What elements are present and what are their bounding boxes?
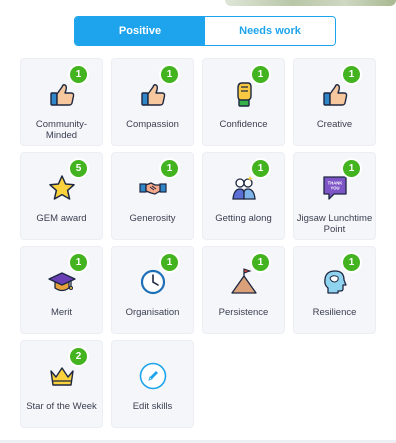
skill-card-community-minded[interactable]: 1 Community- Minded (20, 58, 103, 146)
skill-label: Confidence (219, 119, 268, 130)
thumbs-up-icon (47, 79, 77, 109)
crown-icon (47, 361, 77, 391)
skill-label: Star of the Week (26, 401, 97, 412)
skill-card-persistence[interactable]: 1 Persistence (202, 246, 285, 334)
mountain-flag-icon (229, 267, 259, 297)
skill-label: Creative (316, 119, 353, 130)
skill-card-organisation[interactable]: 1 Organisation (111, 246, 194, 334)
skill-card-compassion[interactable]: 1 Compassion (111, 58, 194, 146)
handshake-icon (138, 173, 168, 203)
skill-count-badge: 1 (68, 252, 89, 273)
skill-count-badge: 2 (68, 346, 89, 367)
skill-card-merit[interactable]: 1 Merit (20, 246, 103, 334)
star-icon (47, 173, 77, 203)
skill-label: Generosity (129, 213, 176, 224)
tab-needs-work[interactable]: Needs work (205, 17, 335, 45)
background-image-strip (225, 0, 396, 6)
skill-card-confidence[interactable]: 1 Confidence (202, 58, 285, 146)
skill-count-badge: 1 (341, 158, 362, 179)
skill-count-badge: 1 (68, 64, 89, 85)
tab-positive[interactable]: Positive (75, 17, 205, 45)
thank-you-card-icon: THANK YOU (320, 173, 350, 203)
skill-card-gem-award[interactable]: 5 GEM award (20, 152, 103, 240)
skill-count-badge: 1 (341, 252, 362, 273)
skill-count-badge: 1 (250, 64, 271, 85)
skill-card-resilience[interactable]: 1 Resilience (293, 246, 376, 334)
thumbs-up-icon (138, 79, 168, 109)
friends-icon (229, 173, 259, 203)
raised-fist-icon (229, 79, 259, 109)
graduation-cap-icon (47, 267, 77, 297)
pencil-icon (138, 361, 168, 391)
feedback-type-toggle: Positive Needs work (74, 16, 336, 46)
thumbs-up-icon (320, 79, 350, 109)
skill-label: GEM award (36, 213, 87, 224)
skill-label: Community- Minded (35, 119, 88, 141)
skill-label: Jigsaw Lunchtime Point (296, 213, 373, 235)
skill-card-jigsaw-lunchtime-point[interactable]: THANK YOU 1 Jigsaw Lunchtime Point (293, 152, 376, 240)
skill-card-getting-along[interactable]: 1 Getting along (202, 152, 285, 240)
skill-label: Merit (50, 307, 73, 318)
edit-skills-label: Edit skills (132, 401, 173, 412)
skill-count-badge: 1 (250, 158, 271, 179)
skill-card-generosity[interactable]: 1 Generosity (111, 152, 194, 240)
skill-count-badge: 1 (159, 158, 180, 179)
skill-count-badge: 1 (159, 64, 180, 85)
skill-card-star-of-the-week[interactable]: 2 Star of the Week (20, 340, 103, 428)
skill-label: Organisation (125, 307, 180, 318)
skill-card-creative[interactable]: 1 Creative (293, 58, 376, 146)
skill-label: Resilience (312, 307, 357, 318)
skill-count-badge: 1 (159, 252, 180, 273)
skill-label: Getting along (215, 213, 272, 224)
edit-skills-button[interactable]: Edit skills (111, 340, 194, 428)
skill-count-badge: 5 (68, 158, 89, 179)
skill-label: Compassion (126, 119, 179, 130)
clock-icon (138, 267, 168, 297)
skill-count-badge: 1 (341, 64, 362, 85)
skill-count-badge: 1 (250, 252, 271, 273)
skill-label: Persistence (218, 307, 269, 318)
head-bandage-icon (320, 267, 350, 297)
skills-grid: 1 Community- Minded 1 Compassion 1 Confi… (20, 58, 378, 428)
